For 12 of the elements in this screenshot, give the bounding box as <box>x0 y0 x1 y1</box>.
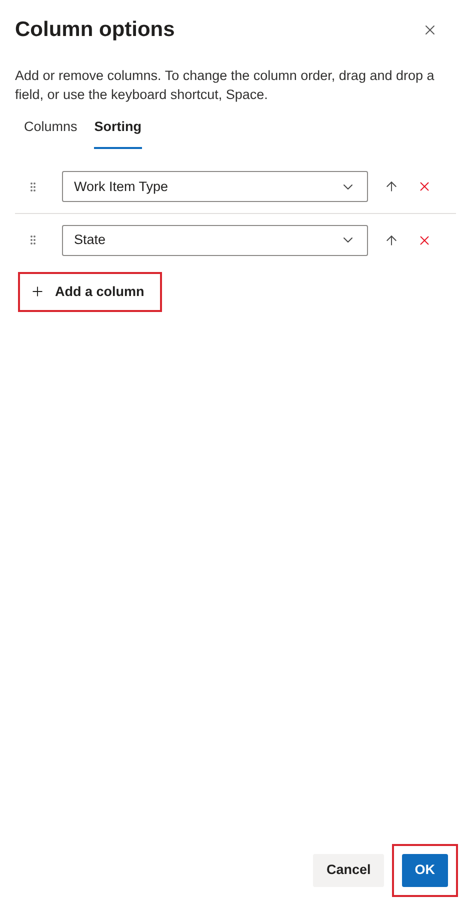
move-up-button[interactable] <box>384 179 399 194</box>
dialog-title: Column options <box>15 17 175 43</box>
dialog-description: Add or remove columns. To change the column order, drag and drop a field, or use the keyboard shortcut, Space. <box>14 66 436 104</box>
add-column-button[interactable]: Add a column <box>18 272 162 312</box>
ok-button[interactable]: OK <box>402 854 448 887</box>
field-dropdown[interactable]: Work Item Type <box>62 171 368 202</box>
move-up-button[interactable] <box>384 232 399 248</box>
tab[interactable]: Sorting <box>94 116 142 149</box>
field-dropdown[interactable]: State <box>62 224 368 256</box>
cancel-button[interactable]: Cancel <box>313 854 384 887</box>
tab[interactable]: Columns <box>24 116 78 149</box>
plus-icon <box>30 284 45 300</box>
